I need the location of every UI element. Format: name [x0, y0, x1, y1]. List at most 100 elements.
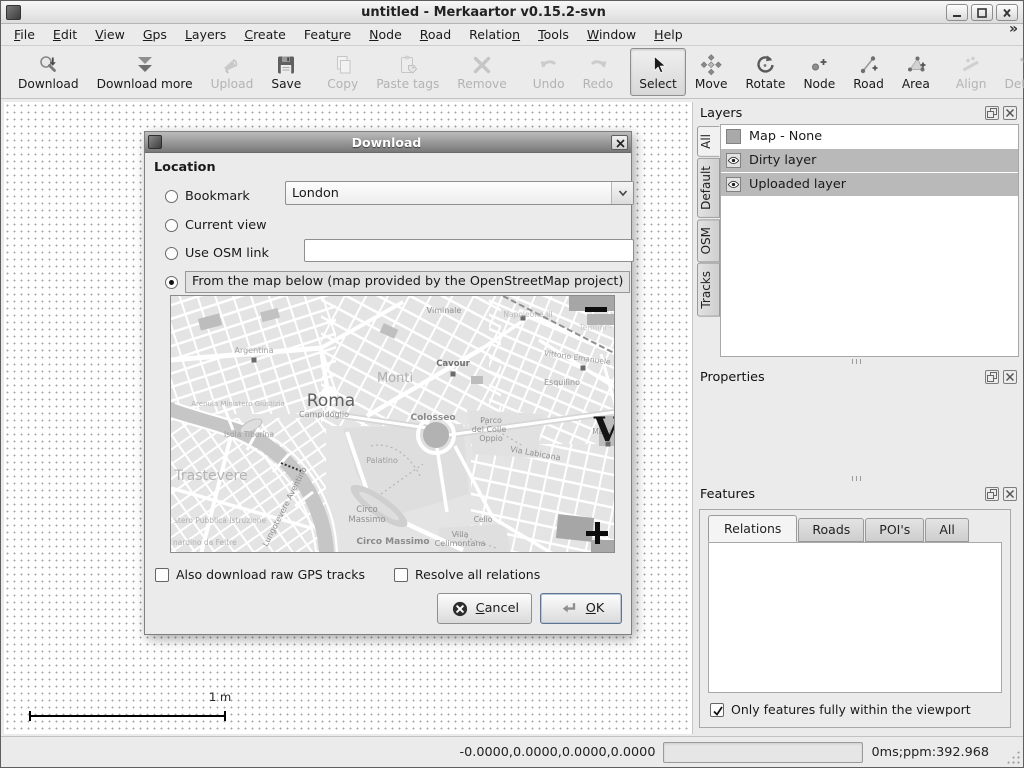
layers-tab-default[interactable]: Default [697, 158, 720, 218]
map-zoom-out-button[interactable] [585, 307, 607, 312]
menu-window[interactable]: Window [578, 25, 645, 45]
node-icon [807, 53, 831, 77]
from-map-radio[interactable] [165, 276, 178, 289]
menu-help[interactable]: Help [645, 25, 692, 45]
layers-tab-osm[interactable]: OSM [697, 219, 720, 262]
menu-view[interactable]: View [86, 25, 134, 45]
ok-button-label: OK [586, 601, 604, 616]
close-button[interactable] [996, 4, 1018, 21]
minimize-button[interactable] [946, 4, 968, 21]
features-tab-roads[interactable]: Roads [798, 518, 864, 542]
cancel-button[interactable]: Cancel [437, 593, 532, 624]
toolbar-button-label: Copy [327, 77, 358, 91]
bookmark-combobox[interactable]: London [285, 181, 634, 205]
menu-gps[interactable]: Gps [134, 25, 176, 45]
layer-row[interactable]: Dirty layer [721, 149, 1018, 173]
menu-file[interactable]: File [5, 25, 44, 45]
window-resize-grip[interactable] [1006, 750, 1020, 764]
dialog-close-button[interactable] [611, 135, 628, 150]
toolbar-button-copy[interactable]: Copy [318, 48, 367, 96]
menu-node[interactable]: Node [360, 25, 411, 45]
layer-row[interactable]: Uploaded layer [721, 173, 1018, 197]
map-label: Villa [452, 530, 469, 539]
layer-visibility-eye-icon[interactable] [726, 177, 741, 192]
toolbar-button-undo[interactable]: Undo [524, 48, 574, 96]
toolbar-button-remove[interactable]: Remove [448, 48, 515, 96]
menu-relation[interactable]: Relation [460, 25, 529, 45]
map-label: stero Pubblica Istruzione [174, 516, 267, 525]
menu-road[interactable]: Road [411, 25, 460, 45]
menu-create[interactable]: Create [235, 25, 295, 45]
layer-visibility-eye-icon[interactable] [726, 153, 741, 168]
from-map-radio-label: From the map below (map provided by the … [185, 271, 630, 293]
map-label: Roma [307, 391, 355, 411]
layer-label: Map - None [749, 129, 822, 144]
layer-swatch-icon[interactable] [726, 129, 741, 144]
properties-float-button[interactable] [985, 370, 999, 384]
menu-layers[interactable]: Layers [176, 25, 235, 45]
redo-icon [586, 53, 610, 77]
osm-link-radio[interactable] [165, 247, 178, 260]
map-label: Oppio [479, 434, 503, 443]
toolbar-button-align[interactable]: Align [947, 48, 996, 96]
maximize-button[interactable] [971, 4, 993, 21]
features-close-button[interactable] [1003, 487, 1017, 501]
features-tab-relations[interactable]: Relations [708, 515, 797, 542]
toolbar-button-download[interactable]: Download [9, 48, 88, 96]
features-float-button[interactable] [985, 487, 999, 501]
features-list[interactable] [708, 542, 1002, 693]
toolbar-button-redo[interactable]: Redo [574, 48, 623, 96]
map-label: Viminale [427, 306, 462, 315]
toolbar-button-select[interactable]: Select [630, 48, 686, 96]
close-icon [1004, 107, 1016, 119]
layers-tab-all[interactable]: All [697, 126, 720, 157]
properties-close-button[interactable] [1003, 370, 1017, 384]
dialog-titlebar[interactable]: Download [145, 132, 631, 153]
toolbar-button-upload[interactable]: Upload [202, 48, 263, 96]
menu-tools[interactable]: Tools [529, 25, 578, 45]
osm-link-input[interactable] [304, 239, 634, 262]
combobox-dropdown-button[interactable] [611, 182, 633, 204]
viewport-filter-checkbox[interactable] [710, 703, 724, 717]
bookmark-radio[interactable] [165, 190, 178, 203]
layers-panel-title: Layers [700, 106, 981, 121]
map-zoom-in-button[interactable] [586, 522, 608, 544]
toolbar-button-node[interactable]: Node [794, 48, 844, 96]
align-icon [959, 53, 983, 77]
maximize-icon [975, 7, 989, 19]
current-view-radio-label: Current view [185, 218, 267, 233]
toolbar-button-area[interactable]: Area [893, 48, 939, 96]
layers-tab-tracks[interactable]: Tracks [697, 263, 720, 317]
dock-splitter[interactable] [697, 474, 1019, 483]
toolbar-button-label: Paste tags [376, 77, 439, 91]
ok-button[interactable]: OK [540, 593, 622, 624]
scalebar [29, 715, 226, 717]
toolbar-button-save[interactable]: Save [262, 48, 310, 96]
menu-edit[interactable]: Edit [44, 25, 86, 45]
toolbar-button-download-more[interactable]: Download more [88, 48, 202, 96]
map-label: Arenula Ministero Giustizia [191, 400, 285, 408]
toolbar-button-paste-tags[interactable]: Paste tags [367, 48, 448, 96]
layers-close-button[interactable] [1003, 106, 1017, 120]
map-label: V [593, 410, 615, 450]
osm-map-preview[interactable]: ArgentinaViminaleNapoleone IIITermini - … [170, 295, 615, 553]
float-icon [986, 488, 998, 500]
dock-splitter[interactable] [697, 357, 1019, 366]
statusbar: -0.0000,0.0000,0.0000,0.0000 0ms;ppm:392… [1, 736, 1023, 767]
toolbar-button-detach[interactable]: Detach [995, 48, 1024, 96]
toolbar-overflow-chevron[interactable]: » [1009, 21, 1018, 37]
gps-tracks-checkbox[interactable] [155, 568, 169, 582]
layers-float-button[interactable] [985, 106, 999, 120]
layer-row[interactable]: Map - None [721, 125, 1018, 149]
toolbar-button-move[interactable]: Move [686, 48, 737, 96]
resolve-relations-checkbox[interactable] [394, 568, 408, 582]
features-panel-title: Features [700, 487, 981, 502]
window-titlebar[interactable]: untitled - Merkaartor v0.15.2-svn [1, 1, 1023, 24]
features-tab-all[interactable]: All [925, 518, 969, 542]
features-tab-pois[interactable]: POI's [865, 518, 924, 542]
toolbar-button-road[interactable]: Road [844, 48, 893, 96]
map-label: Celimontana [435, 539, 486, 548]
menu-feature[interactable]: Feature [295, 25, 360, 45]
current-view-radio[interactable] [165, 219, 178, 232]
toolbar-button-rotate[interactable]: Rotate [737, 48, 795, 96]
